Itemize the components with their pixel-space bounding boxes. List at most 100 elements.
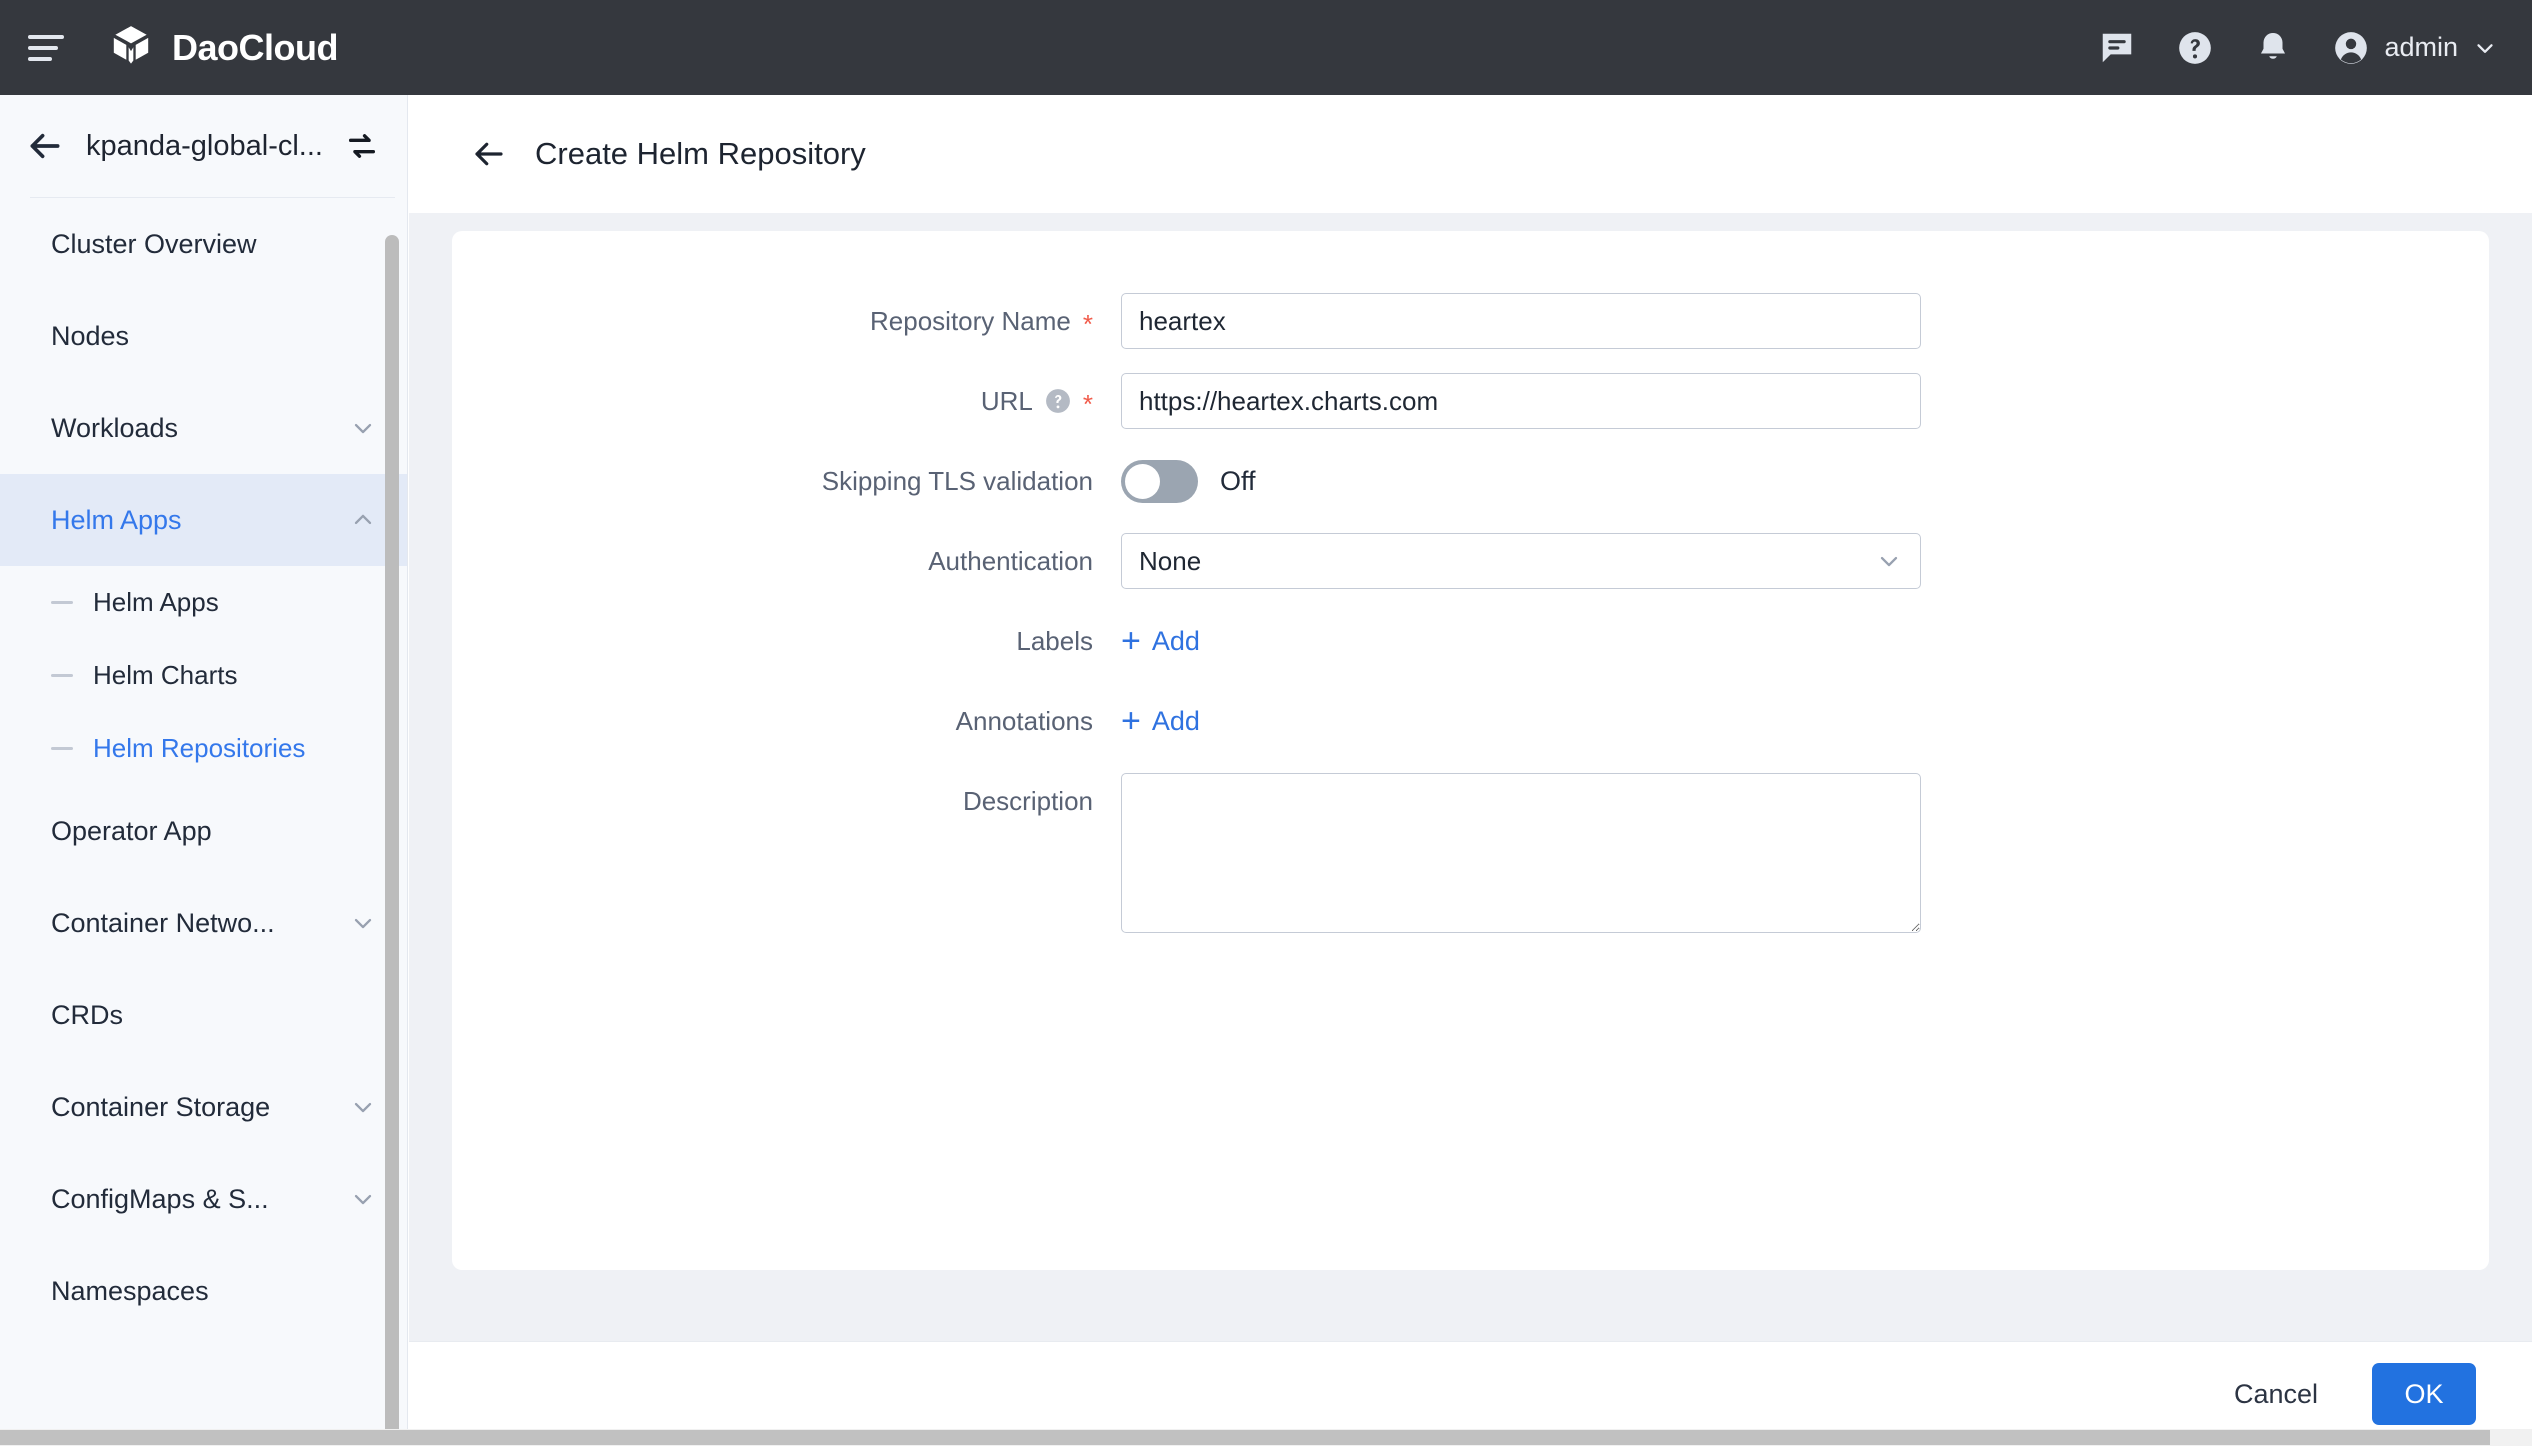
- sidebar-item-helm-apps[interactable]: Helm Apps: [0, 474, 407, 566]
- repository-name-label: Repository Name: [870, 293, 1071, 349]
- form-row-url: URL *: [452, 373, 2489, 429]
- page-header: Create Helm Repository: [409, 95, 2532, 213]
- brand-logo-link[interactable]: DaoCloud: [106, 23, 338, 73]
- bullet-dash-icon: [51, 747, 73, 750]
- authentication-label-wrap: Authentication: [452, 533, 1107, 589]
- sidebar-subitem-helm-apps[interactable]: Helm Apps: [0, 566, 407, 639]
- notification-bell-icon[interactable]: [2254, 29, 2292, 67]
- description-textarea[interactable]: [1121, 773, 1921, 933]
- bullet-dash-icon: [51, 601, 73, 604]
- back-arrow-icon[interactable]: [471, 136, 507, 172]
- sidebar-item-configmaps-secrets[interactable]: ConfigMaps & S...: [0, 1153, 407, 1245]
- sidebar-item-nodes[interactable]: Nodes: [0, 290, 407, 382]
- url-input[interactable]: [1121, 373, 1921, 429]
- sidebar-item-cluster-overview[interactable]: Cluster Overview: [0, 198, 407, 290]
- switch-cluster-icon[interactable]: [345, 129, 379, 163]
- form-row-labels: Labels + Add: [452, 613, 2489, 669]
- bullet-dash-icon: [51, 674, 73, 677]
- help-circle-icon[interactable]: [1045, 388, 1071, 414]
- horizontal-scrollbar-track[interactable]: [0, 1429, 2532, 1446]
- cluster-name-label[interactable]: kpanda-global-cl...: [86, 130, 323, 163]
- sidebar-subitem-helm-repositories[interactable]: Helm Repositories: [0, 712, 407, 785]
- chat-icon[interactable]: [2098, 29, 2136, 67]
- sidebar-item-namespaces[interactable]: Namespaces: [0, 1245, 407, 1337]
- url-control: [1107, 373, 1921, 429]
- hamburger-line: [28, 35, 64, 39]
- chevron-down-icon: [349, 1185, 377, 1213]
- repository-name-input[interactable]: [1121, 293, 1921, 349]
- sidebar-item-label: Namespaces: [51, 1276, 209, 1307]
- form-row-description: Description: [452, 773, 2489, 938]
- page-title: Create Helm Repository: [535, 136, 866, 172]
- horizontal-scrollbar-thumb[interactable]: [0, 1430, 2490, 1445]
- required-asterisk-icon: *: [1083, 311, 1093, 337]
- help-icon[interactable]: [2176, 29, 2214, 67]
- repository-name-label-wrap: Repository Name *: [452, 293, 1107, 349]
- repository-name-control: [1107, 293, 1921, 349]
- chevron-down-icon: [349, 909, 377, 937]
- sidebar-scrollbar-thumb[interactable]: [385, 235, 399, 1446]
- authentication-label: Authentication: [928, 533, 1093, 589]
- annotations-control: + Add: [1107, 693, 1200, 749]
- form-row-annotations: Annotations + Add: [452, 693, 2489, 749]
- description-label: Description: [963, 773, 1093, 829]
- annotations-add-button[interactable]: + Add: [1121, 693, 1200, 749]
- labels-label: Labels: [1016, 613, 1093, 669]
- sidebar-item-label: Cluster Overview: [51, 229, 257, 260]
- labels-add-button[interactable]: + Add: [1121, 613, 1200, 669]
- form-row-skipping-tls: Skipping TLS validation Off: [452, 453, 2489, 509]
- sidebar-header: kpanda-global-cl...: [0, 95, 407, 197]
- sidebar-item-workloads[interactable]: Workloads: [0, 382, 407, 474]
- annotations-label-wrap: Annotations: [452, 693, 1107, 749]
- sidebar-item-label: Container Netwo...: [51, 908, 275, 939]
- topbar-actions: admin: [2098, 29, 2498, 67]
- plus-icon: +: [1121, 704, 1141, 738]
- sidebar: kpanda-global-cl... Cluster Overview Nod…: [0, 95, 408, 1446]
- sidebar-item-label: Nodes: [51, 321, 129, 352]
- description-label-wrap: Description: [452, 773, 1107, 829]
- skipping-tls-control: Off: [1107, 453, 1256, 509]
- annotations-add-label: Add: [1152, 706, 1200, 737]
- sidebar-subitem-label: Helm Charts: [93, 660, 237, 691]
- sidebar-item-crds[interactable]: CRDs: [0, 969, 407, 1061]
- skipping-tls-label: Skipping TLS validation: [822, 453, 1093, 509]
- ok-button[interactable]: OK: [2372, 1363, 2476, 1425]
- username-label: admin: [2384, 32, 2458, 63]
- labels-control: + Add: [1107, 613, 1200, 669]
- skipping-tls-toggle[interactable]: [1121, 460, 1198, 503]
- annotations-label: Annotations: [956, 693, 1093, 749]
- authentication-select[interactable]: None: [1121, 533, 1921, 589]
- skipping-tls-toggle-row: Off: [1121, 453, 1256, 509]
- user-avatar-icon: [2332, 29, 2370, 67]
- chevron-down-icon: [349, 1093, 377, 1121]
- description-control: [1107, 773, 1921, 938]
- back-arrow-icon[interactable]: [26, 127, 64, 165]
- sidebar-item-container-storage[interactable]: Container Storage: [0, 1061, 407, 1153]
- cancel-button[interactable]: Cancel: [2224, 1365, 2328, 1424]
- authentication-control: None: [1107, 533, 1921, 589]
- required-asterisk-icon: *: [1083, 391, 1093, 417]
- chevron-down-icon[interactable]: [2472, 35, 2498, 61]
- top-navigation-bar: DaoCloud: [0, 0, 2532, 95]
- sidebar-item-operator-app[interactable]: Operator App: [0, 785, 407, 877]
- chevron-down-icon[interactable]: [1875, 547, 1903, 575]
- labels-label-wrap: Labels: [452, 613, 1107, 669]
- sidebar-subitem-label: Helm Apps: [93, 587, 219, 618]
- skipping-tls-label-wrap: Skipping TLS validation: [452, 453, 1107, 509]
- labels-add-label: Add: [1152, 626, 1200, 657]
- form-row-repository-name: Repository Name *: [452, 293, 2489, 349]
- sidebar-item-label: Container Storage: [51, 1092, 270, 1123]
- sidebar-item-label: CRDs: [51, 1000, 123, 1031]
- sidebar-nav: Cluster Overview Nodes Workloads Helm Ap…: [0, 198, 407, 1337]
- sidebar-item-container-network[interactable]: Container Netwo...: [0, 877, 407, 969]
- form-row-authentication: Authentication None: [452, 533, 2489, 589]
- sidebar-item-label: Operator App: [51, 816, 212, 847]
- sidebar-item-label: ConfigMaps & S...: [51, 1184, 269, 1215]
- daocloud-cube-icon: [106, 23, 156, 73]
- hamburger-menu-icon[interactable]: [28, 35, 64, 61]
- sidebar-subitem-helm-charts[interactable]: Helm Charts: [0, 639, 407, 712]
- url-label: URL: [981, 373, 1033, 429]
- sidebar-item-label: Helm Apps: [51, 505, 182, 536]
- hamburger-line: [28, 57, 52, 61]
- user-menu[interactable]: admin: [2332, 29, 2498, 67]
